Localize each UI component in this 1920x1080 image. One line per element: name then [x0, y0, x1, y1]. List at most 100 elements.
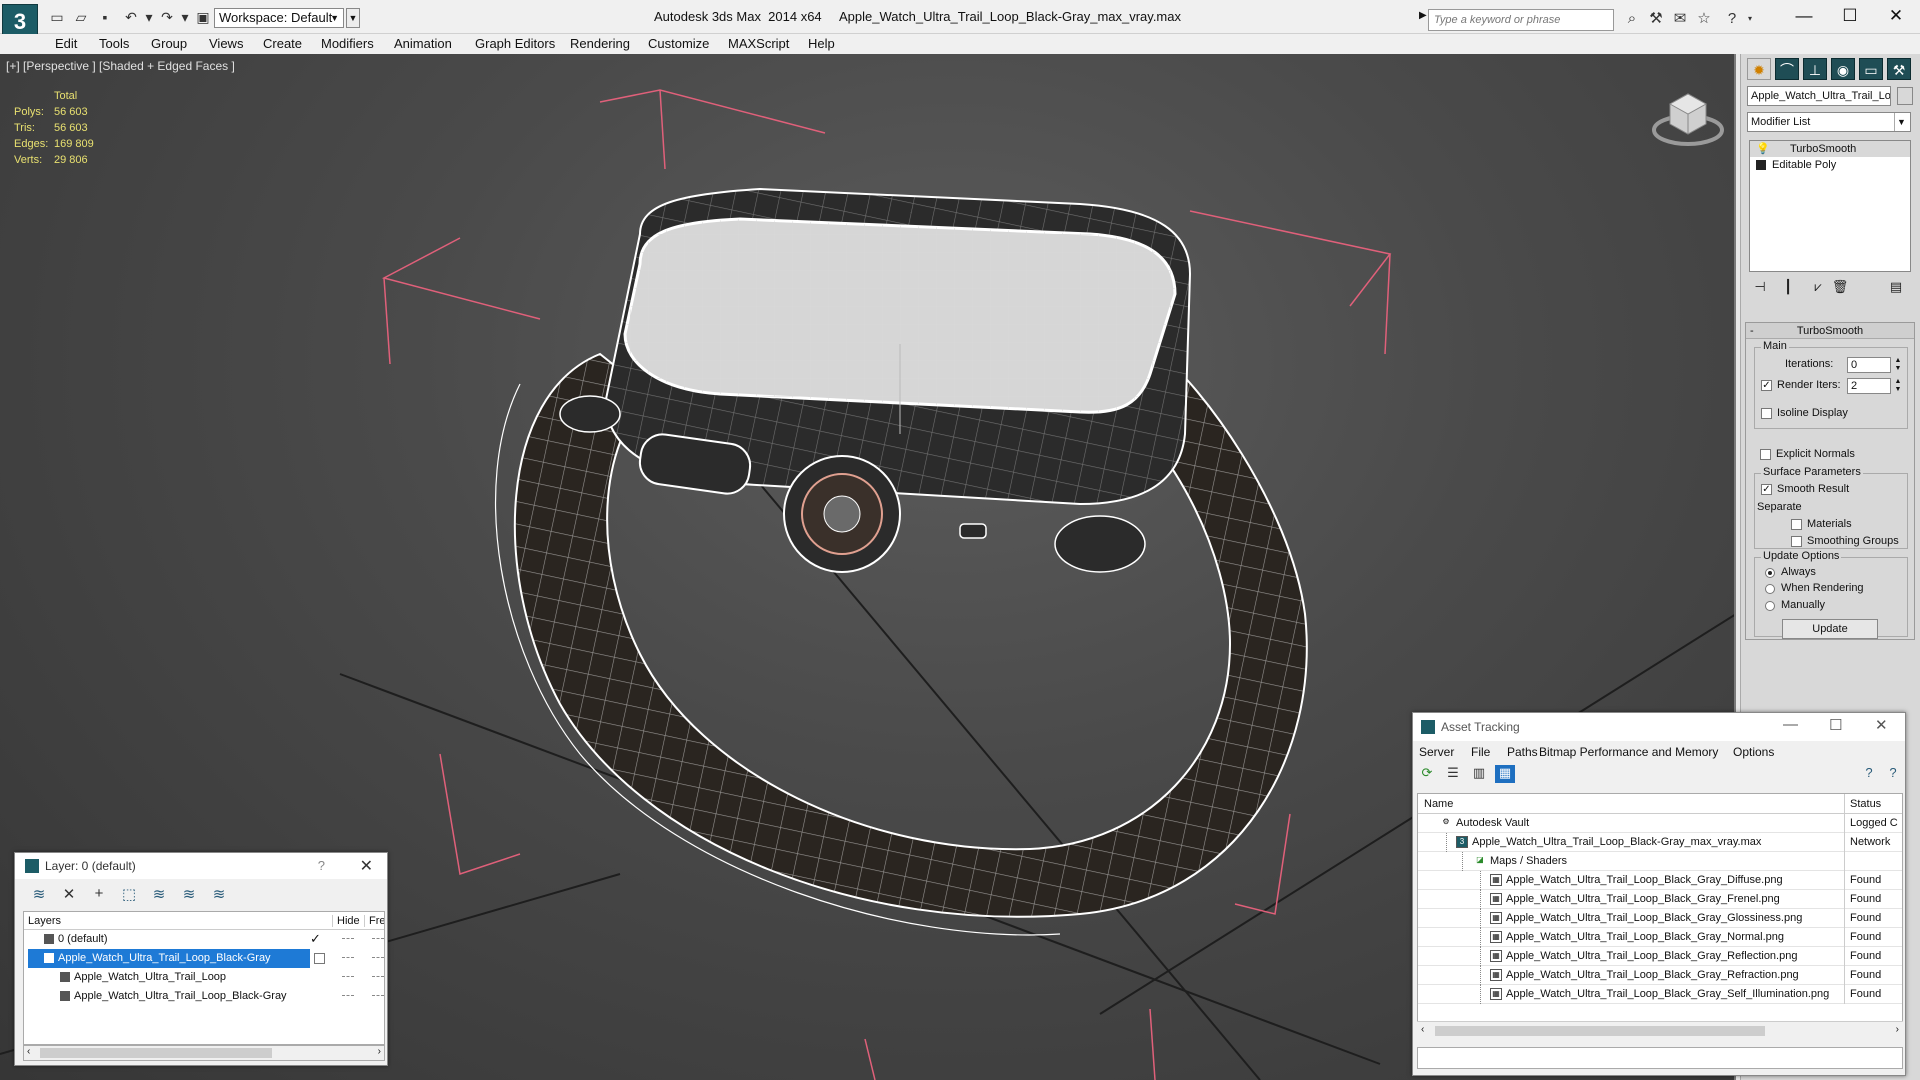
select-objects-icon[interactable]: ⬚ [119, 885, 139, 903]
save-icon[interactable]: ▪ [96, 9, 114, 25]
undo-dropdown-icon[interactable]: ▾ [140, 9, 158, 25]
refresh-icon[interactable]: ⟳ [1417, 765, 1437, 783]
asset-row[interactable]: ▦ Apple_Watch_Ultra_Trail_Loop_Black_Gra… [1418, 947, 1902, 966]
freeze-toggle[interactable] [372, 957, 384, 958]
menu-group[interactable]: Group [151, 36, 187, 51]
expand-plus-icon[interactable] [1756, 160, 1766, 170]
pin-stack-icon[interactable]: ⊣ [1751, 279, 1769, 295]
menu-views[interactable]: Views [209, 36, 243, 51]
explicit-normals-checkbox[interactable] [1760, 449, 1771, 460]
layer-dialog-titlebar[interactable]: Layer: 0 (default) ? ✕ [15, 853, 387, 879]
freeze-toggle[interactable] [372, 938, 384, 939]
when-rendering-radio[interactable] [1765, 584, 1775, 594]
binoculars-icon[interactable]: ⌕ [1622, 10, 1642, 28]
search-input[interactable]: Type a keyword or phrase [1428, 9, 1614, 31]
minimize-icon[interactable]: — [1783, 716, 1798, 733]
always-radio[interactable] [1765, 568, 1775, 578]
rollout-header[interactable]: - TurboSmooth [1746, 323, 1914, 339]
column-divider[interactable] [1844, 794, 1845, 814]
display-tab-icon[interactable]: ▭ [1859, 58, 1883, 80]
freeze-toggle[interactable] [372, 995, 384, 996]
asset-row[interactable]: ▦ Apple_Watch_Ultra_Trail_Loop_Black_Gra… [1418, 928, 1902, 947]
set-active-checkbox[interactable] [314, 953, 325, 964]
spinner-arrows-icon[interactable]: ▲ ▼ [1892, 378, 1904, 394]
utilities-tab-icon[interactable]: ⚒ [1887, 58, 1911, 80]
col-freeze[interactable]: Fre [364, 915, 384, 927]
menu-maxscript[interactable]: MAXScript [728, 36, 789, 51]
menu-modifiers[interactable]: Modifiers [321, 36, 374, 51]
modify-tab-icon[interactable]: ⌒ [1775, 58, 1799, 80]
scroll-thumb[interactable] [40, 1048, 272, 1058]
smoothing-groups-checkbox[interactable] [1791, 536, 1802, 547]
scroll-left-icon[interactable]: ‹ [27, 1046, 30, 1057]
project-folder-icon[interactable]: ▣ [194, 9, 212, 25]
spinner-arrows-icon[interactable]: ▲ ▼ [1892, 357, 1904, 373]
help-icon[interactable]: ? [1859, 765, 1879, 783]
add-to-layer-icon[interactable]: + [89, 885, 109, 903]
menu-rendering[interactable]: Rendering [570, 36, 630, 51]
freeze-all-icon[interactable]: ≋ [209, 885, 229, 903]
asset-menu-server[interactable]: Server [1419, 745, 1454, 759]
render-iters-checkbox[interactable]: ✓ [1761, 380, 1772, 391]
delete-layer-icon[interactable]: ✕ [59, 885, 79, 903]
asset-row[interactable]: ▦ Apple_Watch_Ultra_Trail_Loop_Black_Gra… [1418, 871, 1902, 890]
context-help-icon[interactable]: ? [1883, 765, 1903, 783]
asset-dialog-titlebar[interactable]: Asset Tracking — ☐ ✕ [1413, 713, 1905, 741]
make-unique-icon[interactable]: ⩗ [1809, 279, 1827, 295]
layer-row[interactable]: Apple_Watch_Ultra_Trail_Loop_Black-Gray [24, 987, 384, 1006]
hide-toggle[interactable] [342, 976, 354, 977]
search-expand-icon[interactable]: ▶ [1419, 10, 1427, 21]
asset-menu-file[interactable]: File [1471, 745, 1490, 759]
lightbulb-icon[interactable]: 💡 [1756, 141, 1770, 155]
stack-item-turbosmooth[interactable]: 💡 TurboSmooth [1750, 141, 1910, 157]
open-file-icon[interactable]: ▱ [72, 9, 90, 25]
col-hide[interactable]: Hide [332, 915, 360, 927]
menu-customize[interactable]: Customize [648, 36, 709, 51]
help-dropdown-icon[interactable]: ▾ [1740, 10, 1760, 28]
asset-row[interactable]: ▦ Apple_Watch_Ultra_Trail_Loop_Black_Gra… [1418, 909, 1902, 928]
menu-help[interactable]: Help [808, 36, 835, 51]
active-layer-check-icon[interactable]: ✓ [310, 931, 321, 947]
isoline-checkbox[interactable] [1761, 408, 1772, 419]
viewport-label[interactable]: [+] [Perspective ] [Shaded + Edged Faces… [6, 59, 235, 73]
layer-horizontal-scrollbar[interactable]: ‹ › [23, 1045, 385, 1061]
scroll-right-icon[interactable]: › [378, 1046, 381, 1057]
asset-horizontal-scrollbar[interactable]: ‹ › [1417, 1021, 1903, 1039]
stack-item-editable-poly[interactable]: Editable Poly [1750, 157, 1910, 173]
workspace-dropdown[interactable]: Workspace: Default ▼ [214, 8, 344, 28]
close-icon[interactable]: ✕ [360, 856, 373, 876]
menu-animation[interactable]: Animation [394, 36, 452, 51]
asset-row[interactable]: ▦ Apple_Watch_Ultra_Trail_Loop_Black_Gra… [1418, 890, 1902, 909]
viewcube-icon[interactable] [1648, 82, 1728, 152]
asset-row[interactable]: ◪ Maps / Shaders [1418, 852, 1902, 871]
layer-row[interactable]: 0 (default) ✓ [24, 930, 384, 949]
layers-icon[interactable]: ≋ [29, 885, 49, 903]
modifier-list-dropdown[interactable]: Modifier List ▼ [1747, 112, 1911, 132]
hide-toggle[interactable] [342, 938, 354, 939]
menu-edit[interactable]: Edit [55, 36, 77, 51]
layer-row[interactable]: Apple_Watch_Ultra_Trail_Loop_Black-Gray [24, 949, 384, 968]
highlight-layer-icon[interactable]: ≋ [149, 885, 169, 903]
col-status[interactable]: Status [1850, 798, 1881, 810]
smooth-result-checkbox[interactable]: ✓ [1761, 484, 1772, 495]
help-icon[interactable]: ? [318, 858, 325, 873]
undo-icon[interactable]: ↶ [122, 9, 140, 25]
iterations-spinner[interactable]: 0 ▲ ▼ [1847, 357, 1901, 373]
layer-row[interactable]: Apple_Watch_Ultra_Trail_Loop [24, 968, 384, 987]
object-color-swatch[interactable] [1897, 87, 1913, 105]
detail-view-icon[interactable]: ▥ [1469, 765, 1489, 783]
freeze-toggle[interactable] [372, 976, 384, 977]
manually-radio[interactable] [1765, 601, 1775, 611]
favorites-star-icon[interactable]: ☆ [1694, 10, 1714, 28]
maximize-icon[interactable]: ☐ [1829, 716, 1842, 734]
redo-dropdown-icon[interactable]: ▾ [176, 9, 194, 25]
motion-tab-icon[interactable]: ◉ [1831, 58, 1855, 80]
list-view-icon[interactable]: ☰ [1443, 765, 1463, 783]
hierarchy-tab-icon[interactable]: ⊥ [1803, 58, 1827, 80]
communication-center-icon[interactable]: ✉ [1670, 10, 1690, 28]
app-logo-icon[interactable]: 3 [2, 4, 38, 38]
asset-menu-options[interactable]: Options [1733, 745, 1774, 759]
update-button[interactable]: Update [1782, 619, 1878, 639]
close-icon[interactable]: ✕ [1874, 4, 1918, 28]
col-name[interactable]: Name [1424, 798, 1453, 810]
